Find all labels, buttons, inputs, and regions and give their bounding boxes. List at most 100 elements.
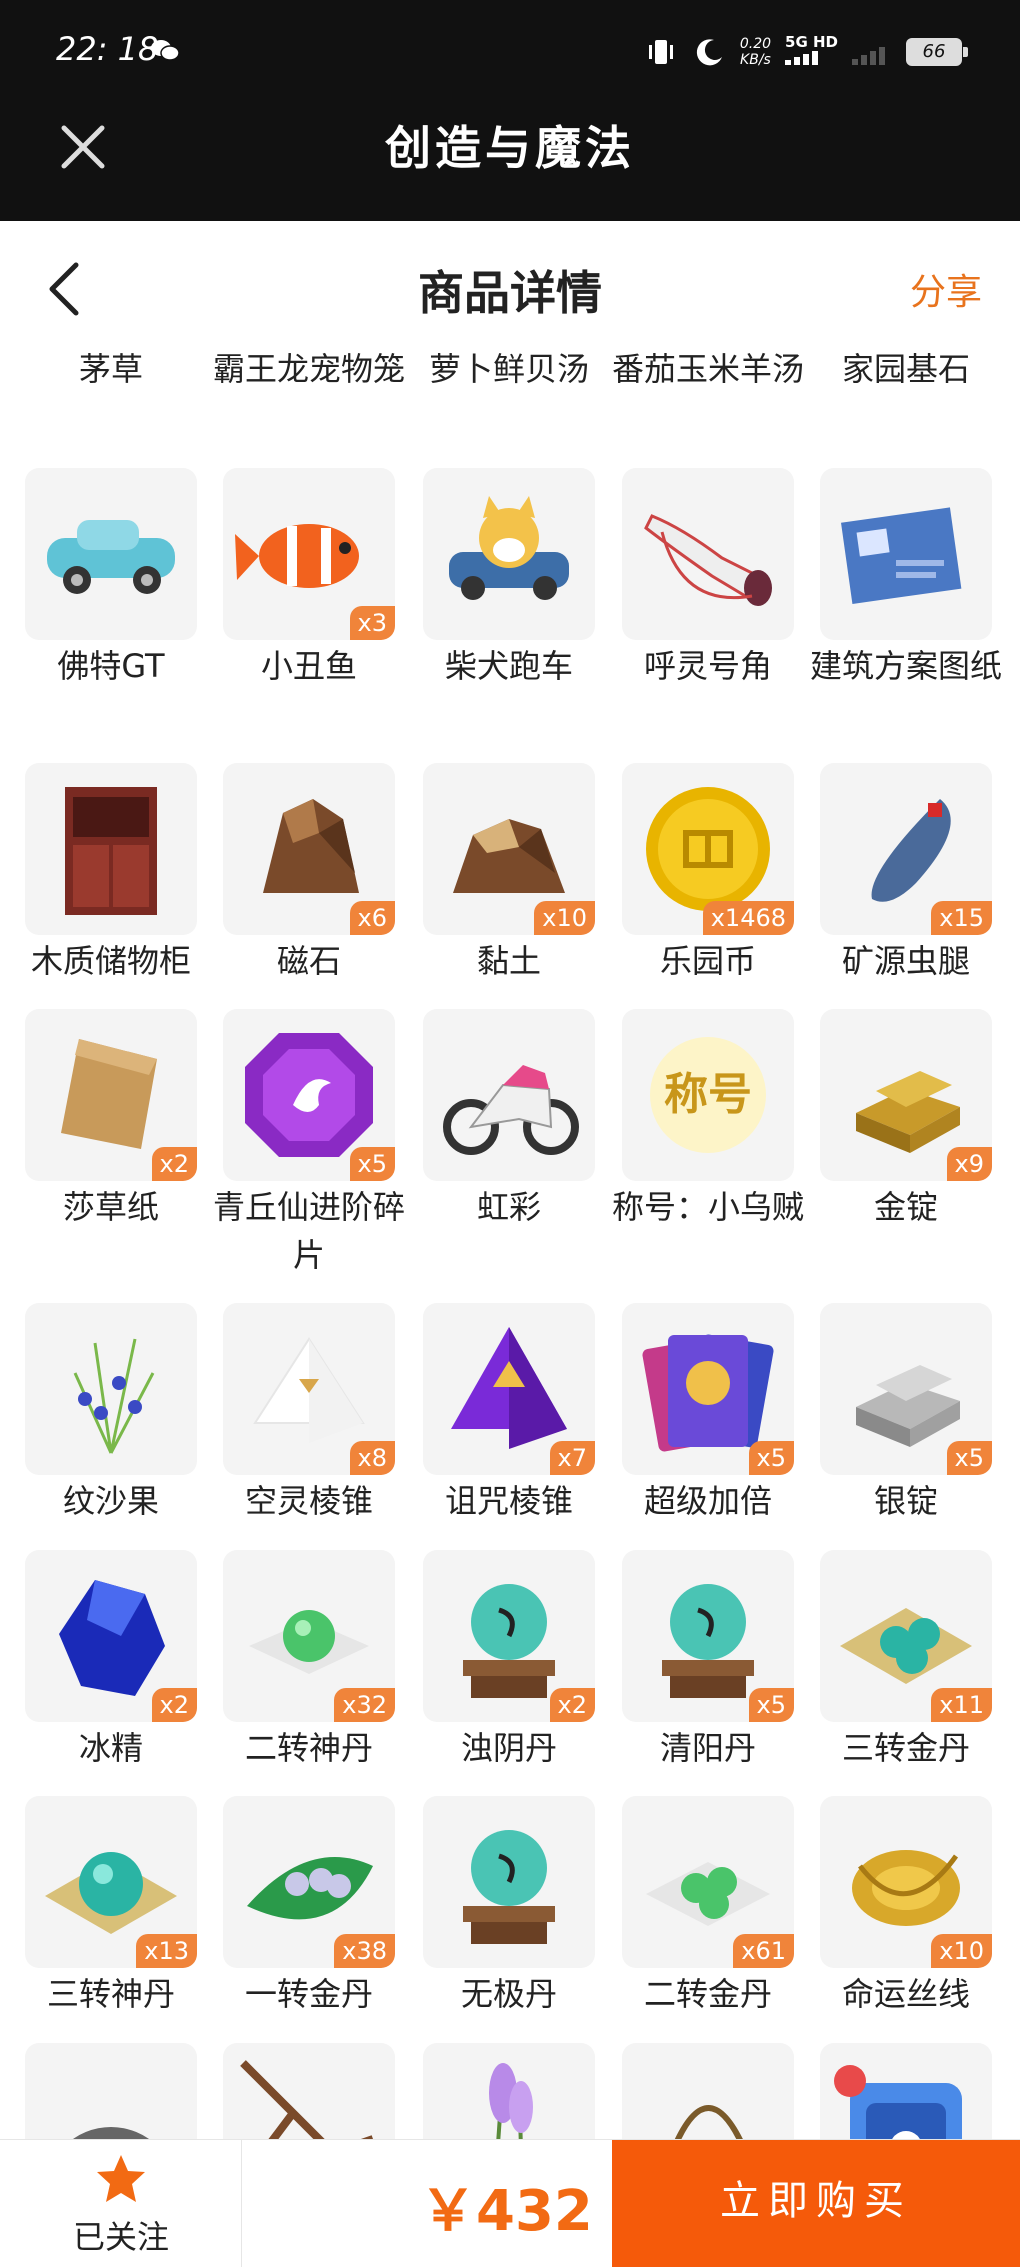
app-title: 创造与魔法 — [385, 121, 635, 175]
item-tile[interactable]: x1468 — [622, 763, 794, 935]
grid-item[interactable]: x61 二转金丹 — [609, 1796, 807, 2018]
item-tile[interactable] — [423, 2043, 595, 2139]
grid-item[interactable]: x5 青丘仙进阶碎片 — [210, 1009, 408, 1279]
grid-item[interactable] — [807, 2043, 1005, 2139]
grid-item[interactable]: x38 一转金丹 — [210, 1796, 408, 2018]
grid-item[interactable]: x13 三转神丹 — [12, 1796, 210, 2018]
page-title: 商品详情 — [418, 266, 602, 320]
item-label: 称号：小乌贼 — [611, 1188, 804, 1226]
item-tile[interactable]: x2 — [423, 1550, 595, 1722]
item-label: 命运丝线 — [841, 1975, 970, 2013]
grid-item[interactable]: x5 清阳丹 — [609, 1550, 807, 1772]
grid-item[interactable] — [210, 2043, 408, 2139]
grid-item[interactable]: x10 命运丝线 — [807, 1796, 1005, 2018]
item-tile[interactable]: x5 — [820, 1303, 992, 1475]
grid-item[interactable]: 建筑方案图纸 — [807, 468, 1005, 690]
item-tile[interactable] — [622, 468, 794, 640]
item-tile[interactable]: x9 — [820, 1009, 992, 1181]
grid-item[interactable] — [12, 2043, 210, 2139]
grid-item[interactable]: x10 黏土 — [410, 763, 608, 985]
item-tile[interactable] — [423, 1796, 595, 1968]
grid-item[interactable]: x9 金锭 — [807, 1009, 1005, 1231]
item-tile[interactable] — [25, 2043, 197, 2139]
grid-item[interactable]: 虹彩 — [410, 1009, 608, 1231]
grid-item[interactable] — [609, 2043, 807, 2139]
grid-item[interactable]: x5 超级加倍 — [609, 1303, 807, 1525]
grid-item[interactable]: 纹沙果 — [12, 1303, 210, 1525]
vibrate-icon — [648, 39, 673, 64]
grid-item[interactable]: x3 小丑鱼 — [210, 468, 408, 690]
item-tile[interactable]: x5 — [622, 1303, 794, 1475]
item-label: 青丘仙进阶碎片 — [212, 1188, 405, 1274]
item-tile[interactable]: x13 — [25, 1796, 197, 1968]
item-label: 霸王龙宠物笼 — [212, 350, 405, 388]
grid-item[interactable]: x6 磁石 — [210, 763, 408, 985]
follow-button[interactable]: 已关注 — [0, 2140, 242, 2267]
item-tile[interactable]: x15 — [820, 763, 992, 935]
item-tile[interactable]: x2 — [25, 1550, 197, 1722]
item-label: 柴犬跑车 — [444, 647, 573, 685]
grid-item[interactable]: 佛特GT — [12, 468, 210, 690]
quantity-badge: x2 — [151, 1688, 197, 1722]
grid-item[interactable]: 柴犬跑车 — [410, 468, 608, 690]
grid-item[interactable]: x15 矿源虫腿 — [807, 763, 1005, 985]
item-tile[interactable]: x8 — [223, 1303, 395, 1475]
quantity-badge: x5 — [748, 1688, 794, 1722]
item-label: 清阳丹 — [659, 1729, 756, 1767]
item-tile[interactable]: x6 — [223, 763, 395, 935]
share-button[interactable]: 分享 — [910, 263, 982, 315]
buy-now-button[interactable]: 立即购买 — [612, 2140, 1020, 2267]
grid-item[interactable]: x32 二转神丹 — [210, 1550, 408, 1772]
grid-item[interactable]: x5 银锭 — [807, 1303, 1005, 1525]
item-tile[interactable] — [820, 2043, 992, 2139]
item-tile[interactable] — [25, 468, 197, 640]
grid-item[interactable]: 木质储物柜 — [12, 763, 210, 985]
quantity-badge: x5 — [349, 1147, 395, 1181]
item-tile[interactable]: x5 — [622, 1550, 794, 1722]
quantity-badge: x8 — [349, 1441, 395, 1475]
grid-item[interactable]: x11 三转金丹 — [807, 1550, 1005, 1772]
item-tile[interactable]: 称号 — [622, 1009, 794, 1181]
grid-item[interactable]: 无极丹 — [410, 1796, 608, 2018]
item-label: 二转金丹 — [643, 1975, 772, 2013]
item-label: 三转金丹 — [841, 1729, 970, 1767]
item-tile[interactable]: x5 — [223, 1009, 395, 1181]
quantity-badge: x10 — [931, 1934, 992, 1968]
grid-item[interactable]: x7 诅咒棱锥 — [410, 1303, 608, 1525]
branch-icon — [240, 2060, 373, 2139]
grid-item[interactable]: x2 浊阴丹 — [410, 1550, 608, 1772]
rune-stone-icon — [73, 2127, 149, 2139]
item-tile[interactable] — [820, 468, 992, 640]
grid-item[interactable]: x2 冰精 — [12, 1550, 210, 1772]
grid-item[interactable] — [410, 2043, 608, 2139]
item-tile[interactable] — [25, 763, 197, 935]
item-label: 一转金丹 — [244, 1975, 373, 2013]
item-tile[interactable] — [25, 1303, 197, 1475]
item-tile[interactable]: x2 — [25, 1009, 197, 1181]
item-tile[interactable]: x61 — [622, 1796, 794, 1968]
grid-item[interactable]: 呼灵号角 — [609, 468, 807, 690]
grid-item[interactable]: 称号称号：小乌贼 — [609, 1009, 807, 1231]
page-header: 商品详情 分享 — [0, 221, 1020, 339]
item-tile[interactable]: x10 — [820, 1796, 992, 1968]
shiba-car-icon — [449, 496, 569, 600]
item-label: 银锭 — [873, 1482, 938, 1520]
item-tile[interactable] — [223, 2043, 395, 2139]
title-badge-icon: 称号 — [650, 1037, 766, 1153]
item-tile[interactable]: x7 — [423, 1303, 595, 1475]
quantity-badge: x15 — [931, 901, 992, 935]
item-tile[interactable]: x10 — [423, 763, 595, 935]
item-tile[interactable]: x38 — [223, 1796, 395, 1968]
grid-item[interactable]: x8 空灵棱锥 — [210, 1303, 408, 1525]
item-grid: 茅草 霸王龙宠物笼 萝卜鲜贝汤 番茄玉米羊汤 家园基石 佛特GT x3 小丑鱼 柴犬跑车 呼灵号… — [0, 339, 1020, 2139]
grid-item[interactable]: x2 莎草纸 — [12, 1009, 210, 1231]
item-tile[interactable] — [622, 2043, 794, 2139]
item-tile[interactable]: x32 — [223, 1550, 395, 1722]
item-label: 莎草纸 — [62, 1188, 159, 1226]
item-tile[interactable]: x11 — [820, 1550, 992, 1722]
item-tile[interactable] — [423, 1009, 595, 1181]
horn-icon — [644, 514, 772, 606]
item-tile[interactable] — [423, 468, 595, 640]
item-tile[interactable]: x3 — [223, 468, 395, 640]
grid-item[interactable]: x1468 乐园币 — [609, 763, 807, 985]
